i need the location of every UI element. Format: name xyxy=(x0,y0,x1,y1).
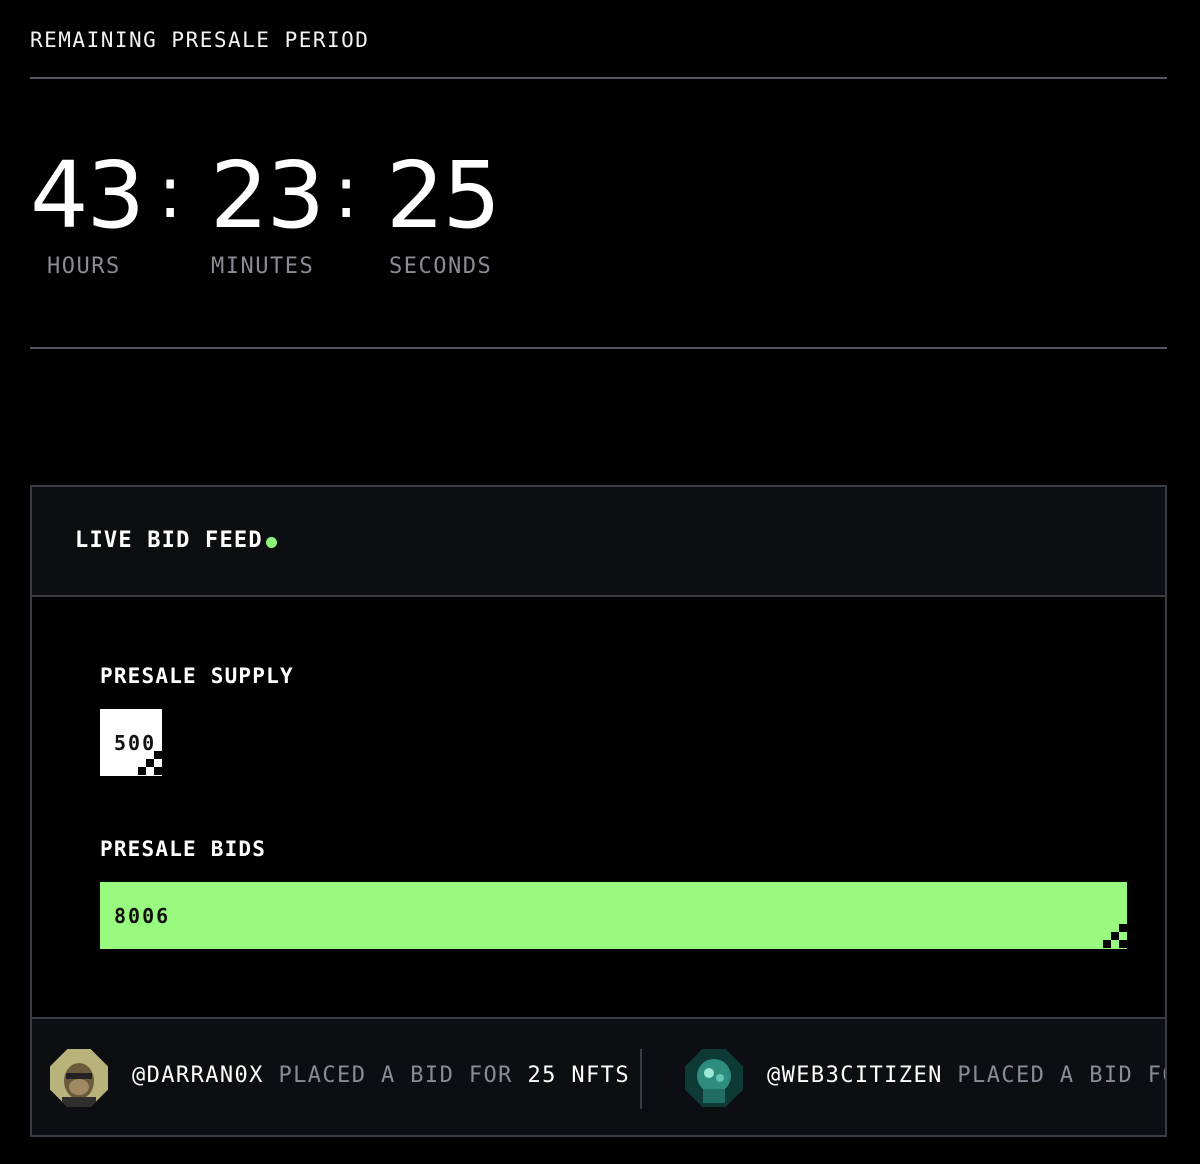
separator: : xyxy=(158,150,183,234)
bid-divider xyxy=(640,1049,642,1109)
bottom-divider xyxy=(30,347,1167,349)
presale-supply-label: PRESALE SUPPLY xyxy=(100,664,294,688)
minutes-label: MINUTES xyxy=(211,254,315,279)
bid-text: @DARRAN0X PLACED A BID FOR 25 NFTS xyxy=(132,1063,630,1088)
seconds-value: 25 xyxy=(386,142,501,249)
bid-action: PLACED A BID FOR xyxy=(278,1063,513,1088)
presale-supply-bar: 500 xyxy=(100,709,162,776)
ape-avatar-icon xyxy=(50,1049,108,1107)
bid-user[interactable]: @DARRAN0X xyxy=(132,1063,264,1088)
seconds-label: SECONDS xyxy=(389,254,493,279)
pixel-corner-icon xyxy=(1102,924,1127,949)
hours-label: HOURS xyxy=(47,254,121,279)
minutes-value: 23 xyxy=(210,142,325,249)
bid-action: PLACED A BID FOR xyxy=(957,1063,1165,1088)
separator: : xyxy=(334,150,359,234)
countdown-timer: 43 : 23 : 25 HOURS MINUTES SECONDS xyxy=(30,140,510,290)
live-bid-feed-panel: LIVE BID FEED PRESALE SUPPLY 500 PRESALE… xyxy=(30,485,1167,1137)
top-divider xyxy=(30,77,1167,79)
bid-user[interactable]: @WEB3CITIZEN xyxy=(767,1063,943,1088)
hours-value: 43 xyxy=(30,142,145,249)
teal-creature-avatar-icon xyxy=(685,1049,743,1107)
bid-ticker: @DARRAN0X PLACED A BID FOR 25 NFTS @WEB3… xyxy=(32,1017,1165,1135)
presale-bids-label: PRESALE BIDS xyxy=(100,837,267,861)
feed-header: LIVE BID FEED xyxy=(32,487,1165,597)
presale-bids-value: 8006 xyxy=(114,904,171,928)
bid-amount: 25 NFTS xyxy=(527,1063,630,1088)
pixel-corner-icon xyxy=(137,751,162,776)
section-title: REMAINING PRESALE PERIOD xyxy=(30,28,370,52)
live-indicator-icon xyxy=(266,537,277,548)
feed-title: LIVE BID FEED xyxy=(75,528,263,553)
presale-bids-bar: 8006 xyxy=(100,882,1127,949)
bid-text: @WEB3CITIZEN PLACED A BID FOR xyxy=(767,1063,1165,1088)
